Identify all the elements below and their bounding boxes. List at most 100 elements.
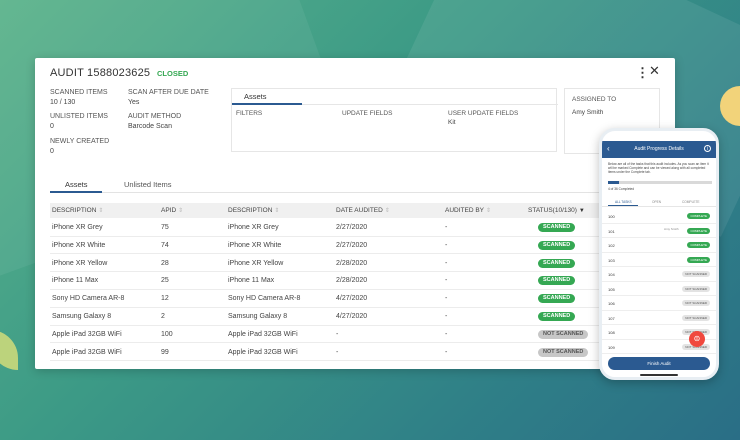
phone-task-row[interactable]: 102 COMPLETE xyxy=(602,238,716,253)
phone-tab-complete[interactable]: COMPLETE xyxy=(682,200,700,204)
progress-bar xyxy=(608,181,712,184)
more-options-icon[interactable]: ⋮ xyxy=(636,65,649,81)
cell-date-audited: - xyxy=(336,348,339,356)
status-badge: SCANNED xyxy=(538,294,576,304)
phone-task-row[interactable]: 107 NOT SCANNED xyxy=(602,311,716,325)
column-header-description-2[interactable]: DESCRIPTION ⇕ xyxy=(228,207,279,214)
phone-task-status-badge: COMPLETE xyxy=(687,213,710,219)
phone-task-status-badge: COMPLETE xyxy=(687,227,710,234)
cell-date-audited: 2/28/2020 xyxy=(336,259,368,267)
phone-tab-bar: ALL TASKS OPEN COMPLETE xyxy=(602,197,716,207)
table-row[interactable]: iPhone XR White 74 iPhone XR White 2/27/202… xyxy=(50,237,605,255)
cell-description-2: iPhone XR Grey xyxy=(228,224,279,231)
cell-apid: 75 xyxy=(161,224,169,231)
status-badge: SCANNED xyxy=(538,240,576,250)
table-row[interactable]: Sony HD Camera AR-8 12 Sony HD Camera AR-8… xyxy=(50,290,605,308)
column-header-apid[interactable]: APID ⇕ xyxy=(161,207,183,214)
tab-underline xyxy=(232,103,302,105)
cell-audited-by: - xyxy=(445,330,448,338)
finish-audit-button[interactable]: Finish Audit xyxy=(608,357,710,370)
table-row[interactable]: iPhone XR Grey 75 iPhone XR Grey 2/27/2020 -… xyxy=(50,219,605,237)
table-row[interactable]: Apple iPad 32GB WiFi 100 Apple iPad 32GB W… xyxy=(50,326,605,344)
audit-method-label: AUDIT METHOD xyxy=(128,113,182,120)
phone-tab-open[interactable]: OPEN xyxy=(652,200,661,204)
phone-task-row[interactable]: 101 Amy Smith COMPLETE xyxy=(602,224,716,238)
cell-description-2: Apple iPad 32GB WiFi xyxy=(228,330,298,338)
assigned-label: ASSIGNED TO xyxy=(572,96,617,103)
audit-method-value: Barcode Scan xyxy=(128,123,172,130)
phone-tab-all-tasks[interactable]: ALL TASKS xyxy=(615,200,632,204)
cell-description-2: iPhone XR Yellow xyxy=(228,259,284,267)
column-header-date-audited[interactable]: DATE AUDITED ⇕ xyxy=(336,207,390,214)
phone-task-row[interactable]: 105 NOT SCANNED xyxy=(602,282,716,296)
phone-task-row[interactable]: 106 NOT SCANNED xyxy=(602,296,716,311)
cell-date-audited: 2/28/2020 xyxy=(336,277,368,285)
filters-label: FILTERS xyxy=(236,110,263,117)
cell-description-2: Apple iPad 32GB WiFi xyxy=(228,348,298,356)
phone-task-row[interactable]: 100 COMPLETE xyxy=(602,209,716,224)
table-row[interactable]: iPhone 11 Max 25 iPhone 11 Max 2/28/2020 - SC… xyxy=(50,272,605,290)
user-update-fields-value: Kit xyxy=(448,119,456,126)
phone-task-status-badge: NOT SCANNED xyxy=(682,314,710,321)
floating-action-icon[interactable]: ⊜ xyxy=(689,331,705,347)
phone-mockup: ‹ Audit Progress Details i Below are all… xyxy=(599,128,719,380)
cell-description-2: Samsung Galaxy 8 xyxy=(228,313,288,320)
phone-task-status-badge: COMPLETE xyxy=(687,256,710,263)
scanned-items-value: 10 / 130 xyxy=(50,99,76,106)
column-header-audited-by[interactable]: AUDITED BY ⇕ xyxy=(445,207,491,214)
user-update-fields-label: USER UPDATE FIELDS xyxy=(448,110,519,117)
column-header-status[interactable]: STATUS(10/130) ▼ xyxy=(528,207,585,214)
phone-header: ‹ Audit Progress Details i xyxy=(602,141,716,158)
phone-task-id: 105 xyxy=(608,286,615,292)
cell-apid: 99 xyxy=(161,348,169,356)
assigned-value: Amy Smith xyxy=(572,109,604,116)
tab-unlisted-items[interactable]: Unlisted Items xyxy=(124,180,172,189)
newly-created-label: NEWLY CREATED xyxy=(50,138,110,145)
table-row[interactable]: iPhone XR Yellow 28 iPhone XR Yellow 2/28/2… xyxy=(50,255,605,273)
cell-date-audited: 2/27/2020 xyxy=(336,224,368,231)
phone-task-id: 100 xyxy=(608,214,615,219)
unlisted-items-label: UNLISTED ITEMS xyxy=(50,113,108,120)
status-badge: SCANNED xyxy=(538,258,576,268)
audit-title: AUDIT 1588023625 xyxy=(50,67,151,79)
cell-apid: 25 xyxy=(161,277,169,285)
cell-apid: 12 xyxy=(161,295,169,303)
scan-after-due-value: Yes xyxy=(128,99,140,106)
cell-description: Sony HD Camera AR-8 xyxy=(52,295,125,303)
status-badge: SCANNED xyxy=(538,312,576,321)
cell-audited-by: - xyxy=(445,277,448,285)
info-icon[interactable]: i xyxy=(704,145,711,152)
table-header: DESCRIPTION ⇕ APID ⇕ DESCRIPTION ⇕ DATE AUD… xyxy=(50,203,605,218)
scan-after-due-label: SCAN AFTER DUE DATE xyxy=(128,89,209,96)
table-row[interactable]: Apple iPad 32GB WiFi 99 Apple iPad 32GB Wi… xyxy=(50,344,605,362)
assets-panel-tab[interactable]: Assets xyxy=(232,89,558,105)
cell-description-2: Sony HD Camera AR-8 xyxy=(228,295,301,303)
phone-description: Below are all of the tasks that this aud… xyxy=(608,162,709,174)
close-icon[interactable]: ✕ xyxy=(649,63,660,79)
tab-assets[interactable]: Assets xyxy=(65,180,88,189)
cell-audited-by: - xyxy=(445,241,448,249)
cell-apid: 2 xyxy=(161,313,165,320)
table-row[interactable]: Samsung Galaxy 8 2 Samsung Galaxy 8 4/27/20… xyxy=(50,308,605,326)
column-header-description[interactable]: DESCRIPTION ⇕ xyxy=(52,207,103,214)
cell-date-audited: 4/27/2020 xyxy=(336,313,368,320)
phone-active-tab-underline xyxy=(608,205,638,206)
cell-audited-by: - xyxy=(445,313,448,320)
phone-task-id: 103 xyxy=(608,257,615,263)
scanned-items-label: SCANNED ITEMS xyxy=(50,89,108,96)
cell-description: iPhone 11 Max xyxy=(52,277,99,285)
assets-panel: Assets FILTERS UPDATE FIELDS USER UPDATE… xyxy=(231,88,558,152)
cell-audited-by: - xyxy=(445,224,448,231)
cell-audited-by: - xyxy=(445,348,448,356)
phone-task-row[interactable]: 103 COMPLETE xyxy=(602,253,716,267)
phone-task-row[interactable]: 104 NOT SCANNED xyxy=(602,267,716,282)
cell-description: iPhone XR Grey xyxy=(52,224,103,231)
status-badge: NOT SCANNED xyxy=(538,347,589,357)
phone-task-status-badge: NOT SCANNED xyxy=(682,271,710,277)
cell-description: Apple iPad 32GB WiFi xyxy=(52,348,122,356)
scanned-items-meta: SCANNED ITEMS 10 / 130 xyxy=(50,88,108,108)
progress-count: 4 of 36 Completed xyxy=(608,187,635,191)
audit-method-meta: AUDIT METHOD Barcode Scan xyxy=(128,112,181,132)
phone-task-status-badge: NOT SCANNED xyxy=(682,285,710,292)
cell-description: iPhone XR White xyxy=(52,241,106,249)
